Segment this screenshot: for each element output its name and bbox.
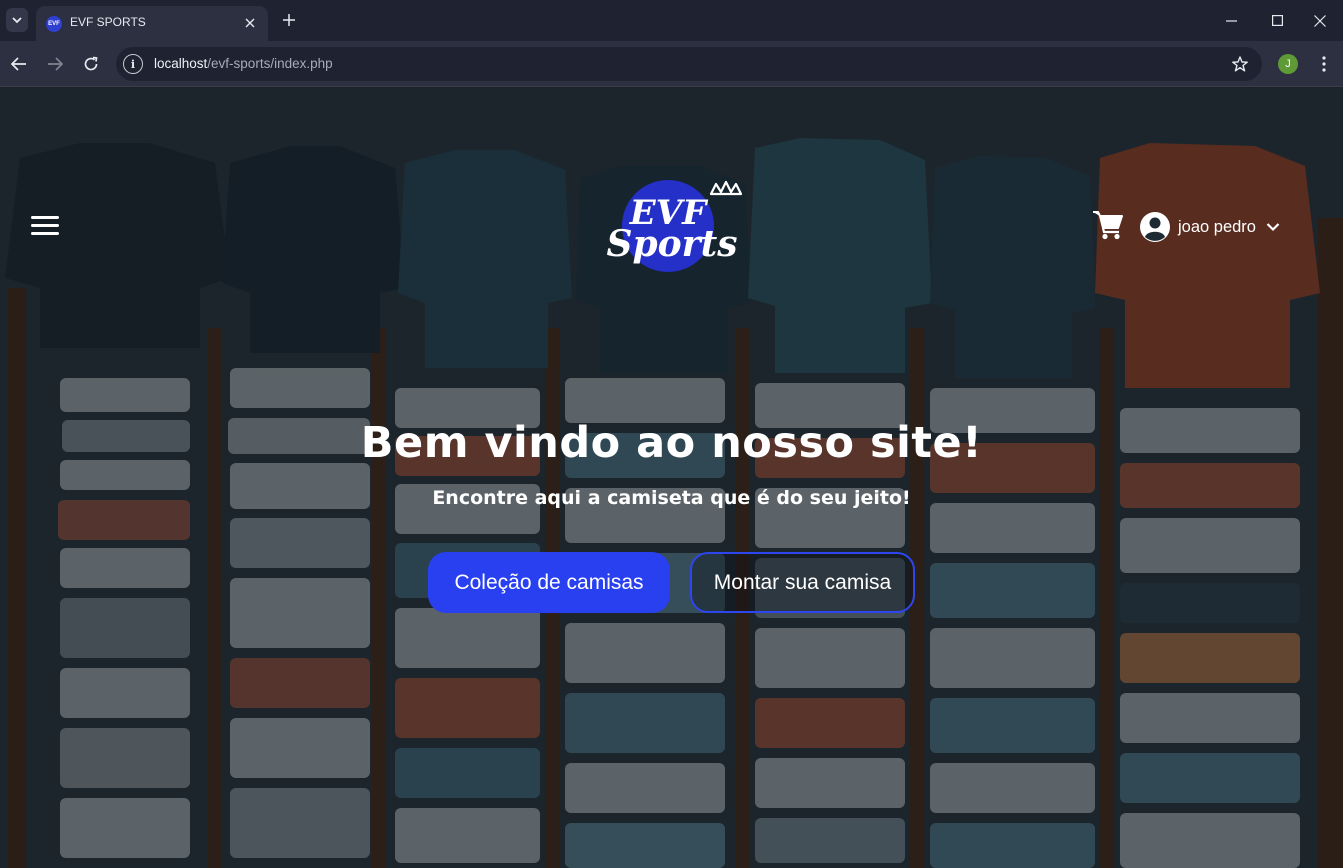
tab-search-button[interactable] — [6, 8, 28, 32]
shirt-collection-button[interactable]: Coleção de camisas — [428, 552, 670, 613]
window-close-button[interactable] — [1297, 0, 1343, 41]
plus-icon — [283, 14, 295, 26]
browser-tab[interactable]: EVF EVF SPORTS — [36, 6, 268, 41]
hero-subtitle: Encontre aqui a camiseta que é do seu je… — [432, 487, 911, 509]
close-icon — [245, 18, 255, 28]
browser-toolbar: i localhost/evf-sports/index.php J — [0, 41, 1343, 87]
more-vert-icon — [1322, 56, 1326, 72]
user-name-label: joao pedro — [1178, 217, 1256, 236]
tab-title: EVF SPORTS — [70, 15, 146, 29]
build-your-shirt-button[interactable]: Montar sua camisa — [690, 552, 915, 613]
star-icon — [1232, 56, 1248, 72]
shopping-cart-icon[interactable] — [1092, 210, 1124, 240]
arrow-left-icon — [11, 57, 26, 71]
chevron-down-icon — [1266, 223, 1280, 232]
bookmark-star-button[interactable] — [1230, 54, 1250, 74]
hero-title: Bem vindo ao nosso site! — [360, 418, 983, 468]
reload-button[interactable] — [79, 52, 103, 76]
browser-menu-button[interactable] — [1314, 54, 1334, 74]
back-button[interactable] — [7, 52, 31, 76]
user-circle-icon — [1140, 212, 1170, 242]
site-favicon-icon: EVF — [46, 16, 62, 32]
chevron-down-icon — [12, 17, 22, 24]
reload-icon — [84, 56, 98, 71]
profile-avatar-button[interactable]: J — [1278, 54, 1298, 74]
minimize-icon — [1225, 19, 1237, 22]
minimize-button[interactable] — [1208, 0, 1254, 41]
maximize-icon — [1271, 15, 1283, 26]
site-info-icon[interactable]: i — [123, 54, 143, 74]
svg-text:Sports: Sports — [606, 223, 737, 265]
menu-hamburger-icon[interactable] — [31, 216, 59, 238]
evf-sports-logo[interactable]: EVF Sports — [598, 180, 748, 272]
hero-section: EVF Sports joao pedro Bem vindo ao nosso… — [0, 88, 1343, 868]
close-icon — [1314, 14, 1326, 27]
new-tab-button[interactable] — [278, 9, 300, 31]
maximize-button[interactable] — [1254, 0, 1300, 41]
url-text: localhost/evf-sports/index.php — [154, 56, 333, 71]
arrow-right-icon — [48, 57, 63, 71]
address-bar[interactable]: i localhost/evf-sports/index.php — [116, 47, 1262, 81]
user-menu-toggle[interactable]: joao pedro — [1140, 212, 1280, 242]
tab-close-button[interactable] — [240, 13, 260, 33]
browser-tab-bar: EVF EVF SPORTS — [0, 0, 1343, 41]
forward-button[interactable] — [43, 52, 67, 76]
